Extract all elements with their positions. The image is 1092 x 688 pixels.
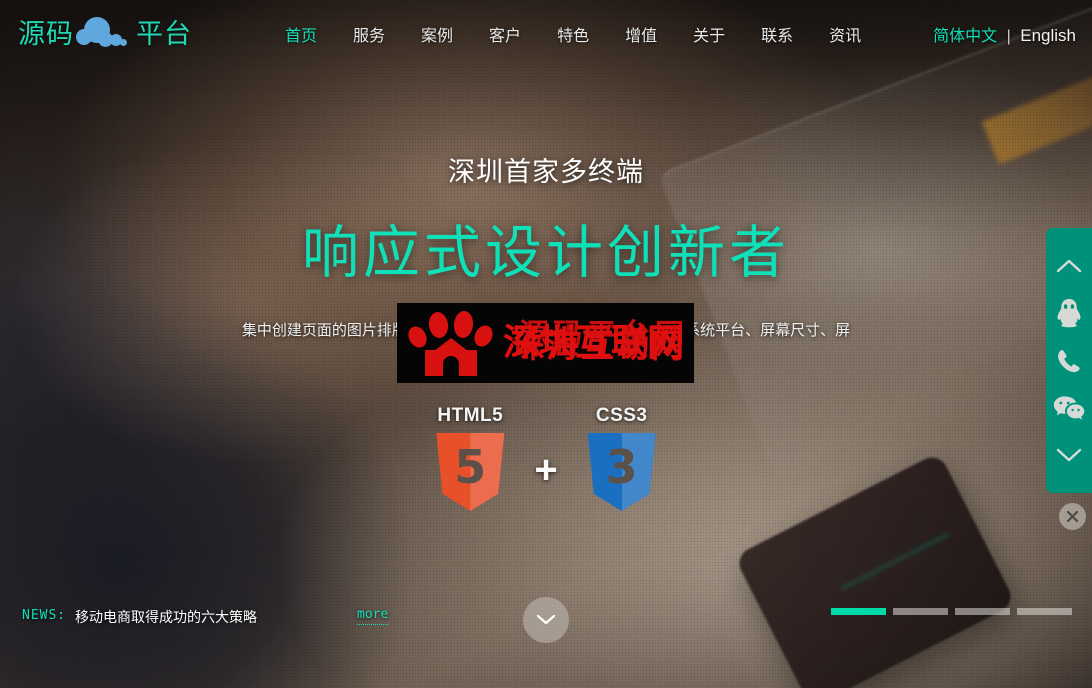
close-icon <box>1066 510 1079 523</box>
nav-item-features[interactable]: 特色 <box>539 16 607 52</box>
nav-item-services[interactable]: 服务 <box>335 16 403 52</box>
sidebar-qq-button[interactable] <box>1046 290 1092 337</box>
slider-dot-4[interactable] <box>1017 608 1072 615</box>
html5-label: HTML5 <box>437 405 504 426</box>
html5-shield-icon: 5 <box>436 433 505 511</box>
sidebar-scroll-down-button[interactable] <box>1046 432 1092 479</box>
hero-description-left: 集中创建页面的图片排版大 <box>241 322 422 339</box>
page-stage: 源码 平台 首页 服务 案例 客户 特色 增值 关于 联系 资讯 简体中文 | … <box>0 0 1092 688</box>
css3-numeral: 3 <box>605 440 638 494</box>
nav-item-customers[interactable]: 客户 <box>471 16 539 52</box>
phone-icon <box>1058 349 1080 372</box>
nav-item-home[interactable]: 首页 <box>267 16 335 52</box>
language-option-zh[interactable]: 简体中文 <box>933 28 997 45</box>
plus-symbol: + <box>534 447 558 492</box>
watermark-text-layer-3: 源码平台网 <box>519 317 690 351</box>
language-switcher: 简体中文 | English <box>933 22 1076 46</box>
nav-item-news[interactable]: 资讯 <box>811 16 879 52</box>
html5-numeral: 5 <box>454 440 487 494</box>
news-bar: NEWS: 移动电商取得成功的六大策略 more <box>0 596 1092 688</box>
hero-description-right: （系统平台、屏幕尺寸、屏 <box>670 322 851 339</box>
news-label: NEWS: <box>22 608 67 623</box>
cloud-icon <box>76 17 134 51</box>
site-logo[interactable]: 源码 平台 <box>18 14 192 54</box>
language-separator: | <box>1006 28 1011 45</box>
slider-dot-1[interactable] <box>831 608 886 615</box>
watermark-overlay: 深圳互联网 珠海互动网 源码平台网 <box>397 303 694 383</box>
paw-house-icon <box>404 310 497 376</box>
news-headline[interactable]: 移动电商取得成功的六大策略 <box>75 607 257 627</box>
slider-pagination <box>831 608 1072 615</box>
css3-label: CSS3 <box>595 405 648 426</box>
slider-dot-3[interactable] <box>955 608 1010 615</box>
sidebar-phone-button[interactable] <box>1046 337 1092 384</box>
nav-item-valueadd[interactable]: 增值 <box>607 16 675 52</box>
css3-shield-icon: 3 <box>587 433 656 511</box>
chevron-up-icon <box>1056 259 1082 273</box>
chevron-down-icon <box>536 614 556 625</box>
css3-badge: CSS3 3 <box>587 405 656 511</box>
tech-badges: HTML5 5 + CSS3 3 <box>0 405 1092 511</box>
news-more-link[interactable]: more <box>357 607 389 625</box>
language-option-en[interactable]: English <box>1020 26 1076 45</box>
chevron-down-icon <box>1056 448 1082 462</box>
sidebar-wechat-button[interactable] <box>1046 385 1092 432</box>
watermark-text: 深圳互联网 珠海互动网 源码平台网 <box>503 303 694 383</box>
site-header: 源码 平台 首页 服务 案例 客户 特色 增值 关于 联系 资讯 简体中文 | … <box>0 0 1092 68</box>
logo-text-right: 平台 <box>136 18 192 50</box>
nav-item-about[interactable]: 关于 <box>675 16 743 52</box>
wechat-icon <box>1053 396 1085 420</box>
contact-sidebar <box>1046 228 1092 493</box>
nav-item-contact[interactable]: 联系 <box>743 16 811 52</box>
sidebar-close-button[interactable] <box>1059 503 1086 530</box>
nav-item-cases[interactable]: 案例 <box>403 16 471 52</box>
html5-badge: HTML5 5 <box>436 405 505 511</box>
main-navigation: 首页 服务 案例 客户 特色 增值 关于 联系 资讯 <box>267 16 879 52</box>
logo-text-left: 源码 <box>18 18 74 50</box>
hero-subtitle: 深圳首家多终端 <box>448 157 644 187</box>
scroll-down-button[interactable] <box>523 597 569 643</box>
hero-title: 响应式设计创新者 <box>302 221 790 285</box>
qq-penguin-icon <box>1057 299 1081 328</box>
slider-dot-2[interactable] <box>893 608 948 615</box>
sidebar-scroll-up-button[interactable] <box>1046 242 1092 289</box>
